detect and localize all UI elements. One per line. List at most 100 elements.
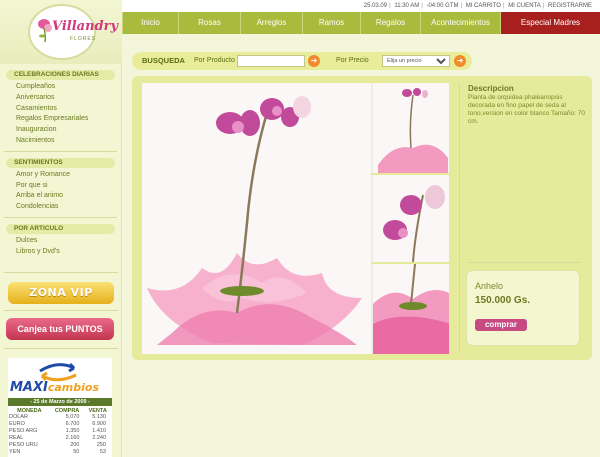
table-row: YEN 50 53 (9, 449, 111, 456)
timezone: -04:00 GTM (426, 3, 459, 9)
maxicambios-widget[interactable]: MAXIcambios - 25 de Marzo de 2009 - MONE… (8, 358, 112, 457)
register-link[interactable]: REGISTRARME (548, 3, 592, 9)
by-product-label: Por Producto (194, 57, 235, 64)
logo-area: Villandry FLORES (0, 0, 122, 64)
orchid-thumb-image (373, 83, 449, 173)
sell-rate: 5.130 (92, 414, 106, 420)
product-thumbnail[interactable] (371, 83, 449, 173)
tab-especial-madres[interactable]: Especial Madres (500, 12, 600, 34)
wrapping-closeup-image (373, 264, 449, 354)
product-name: Anhelo (475, 281, 504, 291)
main-nav: Inicio Rosas Arreglos Ramos Regalos Acon… (122, 12, 600, 34)
current-date: 25.03.09 (363, 3, 388, 9)
tab-regalos[interactable]: Regalos (360, 12, 420, 34)
section-title-sentimientos: SENTIMIENTOS (6, 157, 115, 168)
tab-acontecimientos[interactable]: Acontecimientos (420, 12, 500, 34)
maxicambios-logo-sub: cambios (47, 381, 100, 394)
divider (4, 150, 117, 152)
by-price-label: Por Precio (336, 57, 369, 64)
tab-ramos[interactable]: Ramos (302, 12, 360, 34)
tab-rosas[interactable]: Rosas (178, 12, 240, 34)
brand-name: Villandry (52, 19, 119, 34)
buy-rate: 1.350 (65, 428, 80, 434)
tab-inicio[interactable]: Inicio (122, 12, 178, 34)
currency-name: REAL (9, 435, 24, 441)
site-logo[interactable]: Villandry FLORES (28, 4, 118, 60)
sell-rate: 250 (96, 442, 106, 448)
sidebar-item-amor-romance[interactable]: Amor y Romance (16, 170, 121, 181)
product-panel: Descripcion Planta de orquidea phaleanop… (132, 76, 592, 360)
exchange-arrows-icon (39, 362, 77, 382)
buy-rate: 50 (73, 449, 80, 455)
sidebar-item-casamientos[interactable]: Casamientos (16, 104, 121, 115)
sell-rate: 6.900 (92, 421, 106, 427)
column-header: MONEDA (17, 407, 42, 414)
orchid-closeup-image (373, 175, 449, 262)
buy-rate: 6.700 (65, 421, 80, 427)
maxicambios-logo: MAXIcambios (10, 380, 99, 395)
divider (4, 272, 118, 273)
divider (4, 310, 118, 311)
sell-rate: 53 (99, 449, 106, 455)
buy-rate: 5.070 (65, 414, 80, 420)
product-description: Planta de orquidea phaleanopsis decorada… (468, 94, 585, 125)
search-bar: BUSQUEDA Por Producto ➜ Por Precio Elija… (132, 52, 472, 70)
sidebar-item-condolencias[interactable]: Condolencias (16, 202, 121, 213)
zona-vip-button[interactable]: ZONA VIP (8, 282, 114, 304)
sidebar-item-dulces[interactable]: Dulces (16, 236, 121, 247)
price-search-go-icon[interactable]: ➜ (454, 55, 466, 67)
product-search-go-icon[interactable]: ➜ (308, 55, 320, 67)
exchange-rates-table: MONEDA COMPRA VENTA DOLAR 5.070 5.130 EU… (9, 407, 111, 456)
product-search-input[interactable] (237, 55, 305, 67)
sidebar-item-arriba-animo[interactable]: Arriba el animo (16, 191, 121, 202)
product-thumbnail[interactable] (371, 264, 449, 354)
sidebar-item-libros-dvds[interactable]: Libros y Dvd's (16, 247, 121, 258)
tab-arreglos[interactable]: Arreglos (240, 12, 302, 34)
table-row: PESO ARG 1.350 1.410 (9, 428, 111, 435)
cart-link[interactable]: MI CARRITO (466, 3, 501, 9)
section-title-por-articulo: POR ARTICULO (6, 223, 115, 234)
maxicambios-logo-main: MAXI (10, 380, 48, 395)
buy-rate: 200 (70, 442, 80, 448)
top-utility-bar: 25.03.09 | 11:30 AM | -04:00 GTM | MI CARRI… (122, 0, 600, 12)
sell-rate: 1.410 (92, 428, 106, 434)
exchange-date: - 25 de Marzo de 2009 - (8, 398, 112, 406)
sidebar-item-cumpleanos[interactable]: Cumpleaños (16, 82, 121, 93)
description-title: Descripcion (468, 84, 514, 93)
account-link[interactable]: MI CUENTA (508, 3, 541, 9)
sidebar-item-inauguracion[interactable]: Inauguracion (16, 125, 121, 136)
sidebar-item-por-que-si[interactable]: Por que si (16, 181, 121, 192)
sidebar-item-regalos-empresariales[interactable]: Regalos Empresariales (16, 114, 121, 125)
table-row: EURO 6.700 6.900 (9, 421, 111, 428)
currency-name: DOLAR (9, 414, 28, 420)
buy-rate: 2.160 (65, 435, 80, 441)
table-row: REAL 2.160 2.240 (9, 435, 111, 442)
divider (459, 83, 460, 353)
product-thumbnail[interactable] (371, 175, 449, 262)
column-header: COMPRA (54, 407, 80, 414)
main-content: BUSQUEDA Por Producto ➜ Por Precio Elija… (122, 42, 600, 457)
column-header: VENTA (88, 407, 107, 414)
divider (4, 348, 118, 349)
currency-name: PESO ARG (9, 428, 38, 434)
table-row: PESO URU 200 250 (9, 442, 111, 449)
sidebar-item-aniversarios[interactable]: Aniversarios (16, 93, 121, 104)
product-main-image[interactable] (142, 83, 371, 354)
buy-button[interactable]: comprar (475, 319, 527, 331)
sell-rate: 2.240 (92, 435, 106, 441)
divider (4, 216, 117, 218)
sidebar-item-nacimientos[interactable]: Nacimientos (16, 136, 121, 147)
orchid-arrangement-image (142, 83, 371, 354)
header-strip (122, 34, 600, 42)
price-box: Anhelo 150.000 Gs. comprar (466, 270, 580, 346)
product-price: 150.000 Gs. (475, 295, 531, 306)
price-select[interactable]: Elija un precio (382, 55, 450, 67)
brand-subtitle: FLORES (70, 36, 97, 42)
canjea-puntos-button[interactable]: Canjea tus PUNTOS (6, 318, 114, 340)
current-time: 11:30 AM (394, 3, 420, 9)
currency-name: YEN (9, 449, 21, 455)
section-title-celebraciones: CELEBRACIONES DIARIAS (6, 70, 115, 80)
divider (468, 262, 582, 263)
table-row: DOLAR 5.070 5.130 (9, 414, 111, 421)
currency-name: EURO (9, 421, 25, 427)
